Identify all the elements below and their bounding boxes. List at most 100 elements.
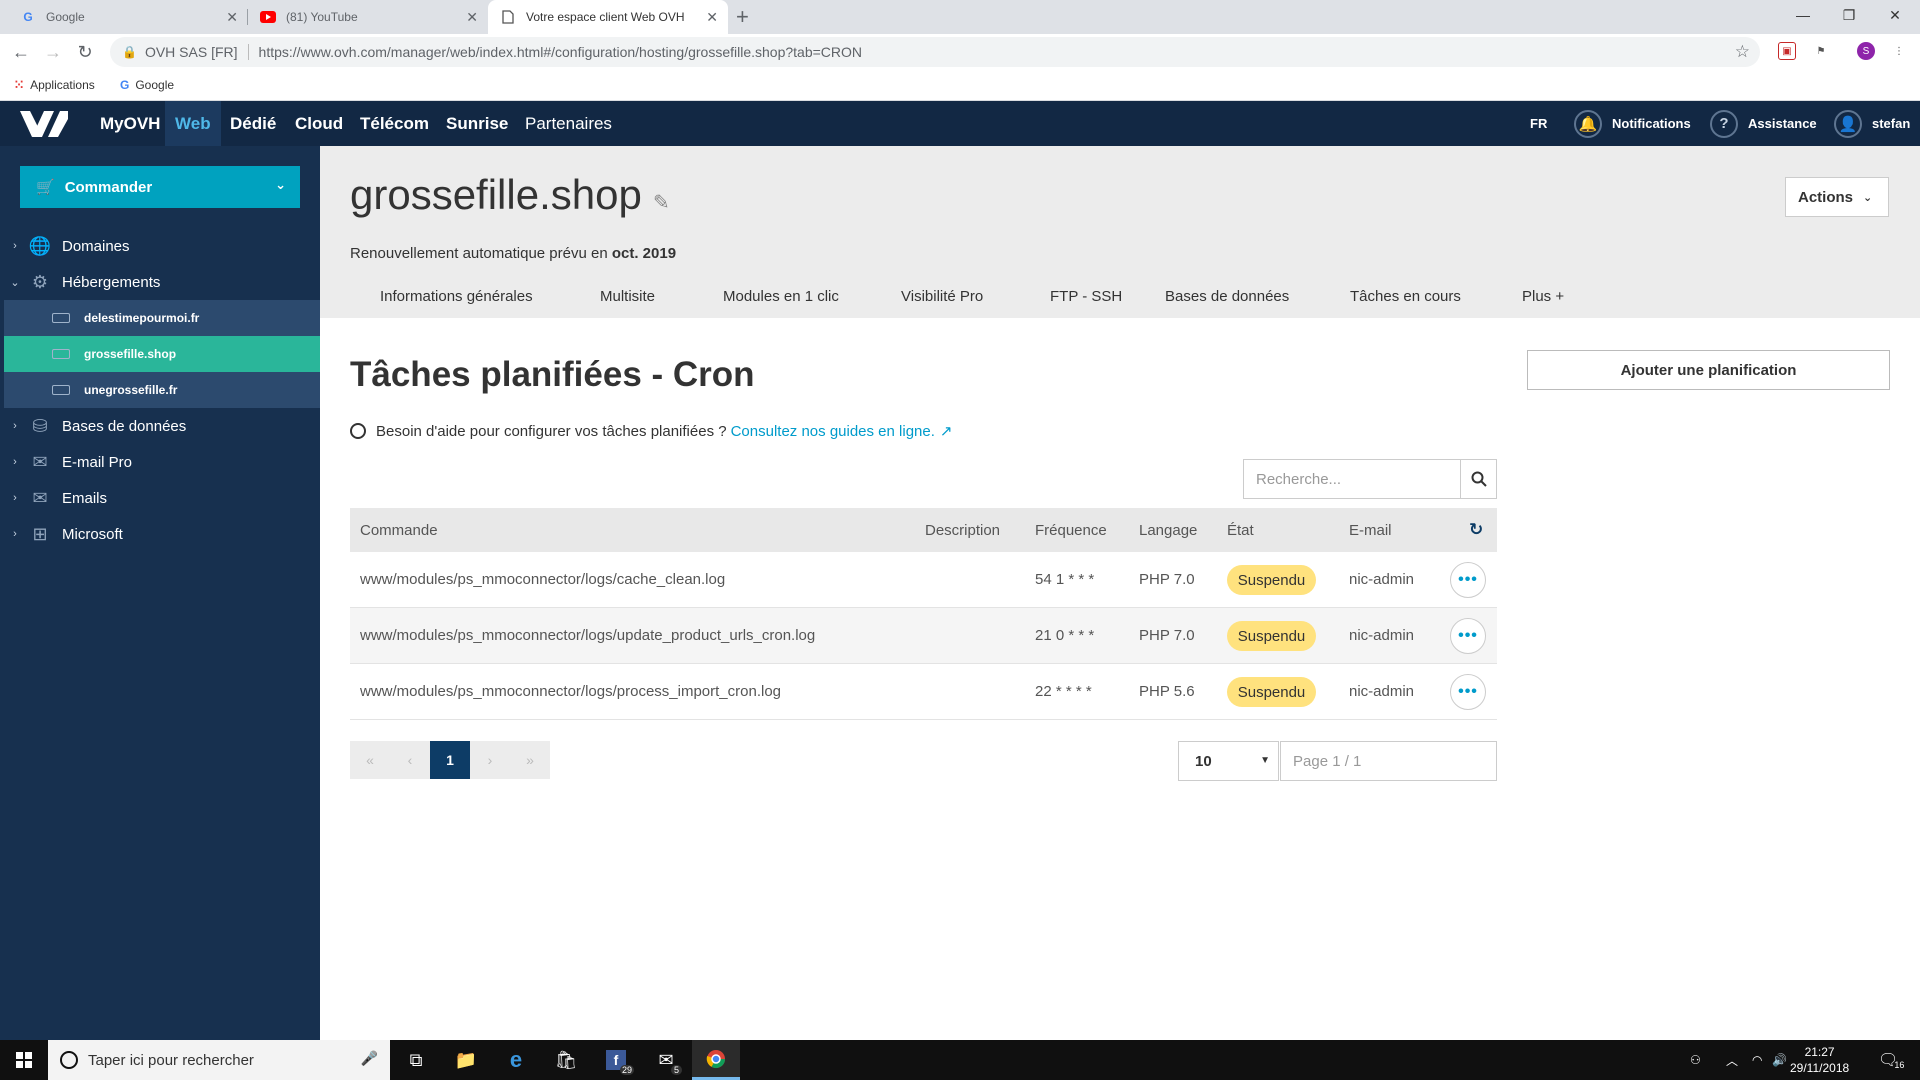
- maximize-button[interactable]: ❐: [1826, 0, 1872, 30]
- tab-plus[interactable]: Plus +: [1522, 288, 1564, 305]
- nav-web[interactable]: Web: [165, 101, 221, 146]
- tab-taches-en-cours[interactable]: Tâches en cours: [1350, 288, 1522, 305]
- extension-icon[interactable]: ⚑: [1812, 42, 1830, 60]
- sidebar-item-emails[interactable]: › ✉ Emails: [0, 480, 320, 516]
- sidebar-item-bases-de-donnees[interactable]: › ⛁ Bases de données: [0, 408, 320, 444]
- refresh-icon[interactable]: ↻: [1469, 520, 1483, 540]
- chrome-icon[interactable]: [692, 1040, 740, 1080]
- nav-partenaires[interactable]: Partenaires: [515, 101, 622, 146]
- tab-multisite[interactable]: Multisite: [600, 288, 723, 305]
- guides-link[interactable]: Consultez nos guides en ligne.: [731, 423, 935, 440]
- menu-icon[interactable]: ⋮: [1890, 42, 1908, 60]
- sidebar: 🛒 Commander ⌄ › 🌐 Domaines ⌄ ⚙ Hébergeme…: [0, 146, 320, 1040]
- bookmark-star-icon[interactable]: ☆: [1735, 42, 1750, 62]
- nav-dedie[interactable]: Dédié: [220, 101, 286, 146]
- sidebar-subitem-unegrossefille[interactable]: unegrossefille.fr: [4, 372, 320, 408]
- task-view-icon[interactable]: ⧉: [392, 1040, 440, 1080]
- sidebar-item-domaines[interactable]: › 🌐 Domaines: [0, 228, 320, 264]
- page-number-input[interactable]: Page 1 / 1: [1280, 741, 1497, 781]
- col-etat[interactable]: État: [1227, 522, 1254, 539]
- microphone-icon[interactable]: 🎤: [361, 1050, 378, 1067]
- language-selector[interactable]: FR: [1530, 101, 1547, 146]
- facebook-icon[interactable]: f 29: [592, 1040, 640, 1080]
- prev-page-button[interactable]: ‹: [390, 741, 430, 779]
- profile-avatar[interactable]: S: [1857, 42, 1875, 60]
- bookmark-applications[interactable]: ⁙ Applications: [14, 78, 95, 92]
- nav-myovh[interactable]: MyOVH: [90, 101, 170, 146]
- add-schedule-button[interactable]: Ajouter une planification: [1527, 350, 1890, 390]
- tab-informations-generales[interactable]: Informations générales: [380, 288, 600, 305]
- reload-icon[interactable]: ↻: [74, 42, 96, 63]
- hosting-header: grossefille.shop ✎ Renouvellement automa…: [320, 146, 1920, 318]
- store-icon[interactable]: 🛍: [542, 1040, 590, 1080]
- back-icon[interactable]: ←: [10, 42, 32, 63]
- extension-icon[interactable]: ▣: [1778, 42, 1796, 60]
- col-commande[interactable]: Commande: [360, 522, 438, 539]
- sidebar-item-email-pro[interactable]: › ✉ E-mail Pro: [0, 444, 320, 480]
- close-icon[interactable]: ✕: [706, 9, 718, 26]
- col-email[interactable]: E-mail: [1349, 522, 1392, 539]
- windows-start-icon[interactable]: [0, 1040, 48, 1080]
- browser-tab-google[interactable]: G Google ✕: [8, 0, 248, 34]
- address-bar[interactable]: 🔒 OVH SAS [FR] https://www.ovh.com/manag…: [110, 37, 1760, 67]
- next-page-button[interactable]: ›: [470, 741, 510, 779]
- edge-icon[interactable]: e: [492, 1040, 540, 1080]
- sidebar-item-hebergements[interactable]: ⌄ ⚙ Hébergements: [0, 264, 320, 300]
- minimize-button[interactable]: —: [1780, 0, 1826, 30]
- more-options-button[interactable]: •••: [1450, 674, 1486, 710]
- chevron-right-icon: ›: [13, 492, 17, 504]
- tab-visibilite-pro[interactable]: Visibilité Pro: [901, 288, 1050, 305]
- col-langage[interactable]: Langage: [1139, 522, 1197, 539]
- nav-cloud[interactable]: Cloud: [285, 101, 353, 146]
- sidebar-subitem-grossefille[interactable]: grossefille.shop: [4, 336, 320, 372]
- page-1-button[interactable]: 1: [430, 741, 470, 779]
- browser-tab-ovh[interactable]: Votre espace client Web OVH ✕: [488, 0, 728, 34]
- sidebar-subitem-delestimepourmoi[interactable]: delestimepourmoi.fr: [4, 300, 320, 336]
- section-title: Tâches planifiées - Cron: [350, 355, 755, 394]
- chevron-right-icon: ›: [13, 456, 17, 468]
- search-button[interactable]: [1460, 459, 1497, 499]
- tab-ftp-ssh[interactable]: FTP - SSH: [1050, 288, 1165, 305]
- last-page-button[interactable]: »: [510, 741, 550, 779]
- browser-tab-youtube[interactable]: (81) YouTube ✕: [248, 0, 488, 34]
- mail-app-icon[interactable]: ✉ 5: [642, 1040, 690, 1080]
- system-clock[interactable]: 21:27 29/11/2018: [1790, 1044, 1849, 1076]
- notifications-button[interactable]: 🔔 Notifications: [1574, 101, 1691, 146]
- globe-icon: 🌐: [28, 235, 52, 256]
- chevron-right-icon: ›: [13, 240, 17, 252]
- bookmark-google[interactable]: G Google: [120, 78, 174, 92]
- chevron-up-icon[interactable]: ︿: [1726, 1040, 1738, 1080]
- col-description[interactable]: Description: [925, 522, 1000, 539]
- nav-sunrise[interactable]: Sunrise: [436, 101, 518, 146]
- more-options-button[interactable]: •••: [1450, 562, 1486, 598]
- window-close-button[interactable]: ✕: [1872, 0, 1918, 30]
- volume-icon[interactable]: 🔊: [1772, 1040, 1787, 1080]
- user-menu[interactable]: 👤 stefan: [1834, 101, 1910, 146]
- tab-modules[interactable]: Modules en 1 clic: [723, 288, 901, 305]
- close-icon[interactable]: ✕: [466, 9, 478, 26]
- search-input[interactable]: Recherche...: [1243, 459, 1461, 499]
- more-options-button[interactable]: •••: [1450, 618, 1486, 654]
- cron-email: nic-admin: [1349, 683, 1415, 700]
- network-icon[interactable]: ◠: [1752, 1040, 1762, 1080]
- per-page-select[interactable]: 10 ▼: [1178, 741, 1279, 781]
- new-tab-button[interactable]: +: [736, 4, 749, 30]
- forward-icon[interactable]: →: [42, 42, 64, 63]
- sidebar-item-microsoft[interactable]: › ⊞ Microsoft: [0, 516, 320, 552]
- cron-command: www/modules/ps_mmoconnector/logs/update_…: [360, 627, 816, 644]
- ovh-top-nav: MyOVH Web Dédié Cloud Télécom Sunrise Pa…: [0, 101, 1920, 146]
- order-button[interactable]: 🛒 Commander ⌄: [20, 166, 300, 208]
- first-page-button[interactable]: «: [350, 741, 390, 779]
- actions-button[interactable]: Actions ⌄: [1785, 177, 1889, 217]
- people-icon[interactable]: ⚇: [1690, 1040, 1701, 1080]
- close-icon[interactable]: ✕: [226, 9, 238, 26]
- tab-bases-de-donnees[interactable]: Bases de données: [1165, 288, 1350, 305]
- ovh-logo[interactable]: [18, 109, 70, 139]
- file-explorer-icon[interactable]: 📁: [442, 1040, 490, 1080]
- taskbar-search-input[interactable]: Taper ici pour rechercher 🎤: [48, 1040, 390, 1080]
- action-center-icon[interactable]: 🗨 16: [1878, 1040, 1904, 1080]
- assistance-button[interactable]: ? Assistance: [1710, 101, 1817, 146]
- pencil-icon[interactable]: ✎: [653, 190, 670, 215]
- col-frequence[interactable]: Fréquence: [1035, 522, 1107, 539]
- nav-telecom[interactable]: Télécom: [350, 101, 439, 146]
